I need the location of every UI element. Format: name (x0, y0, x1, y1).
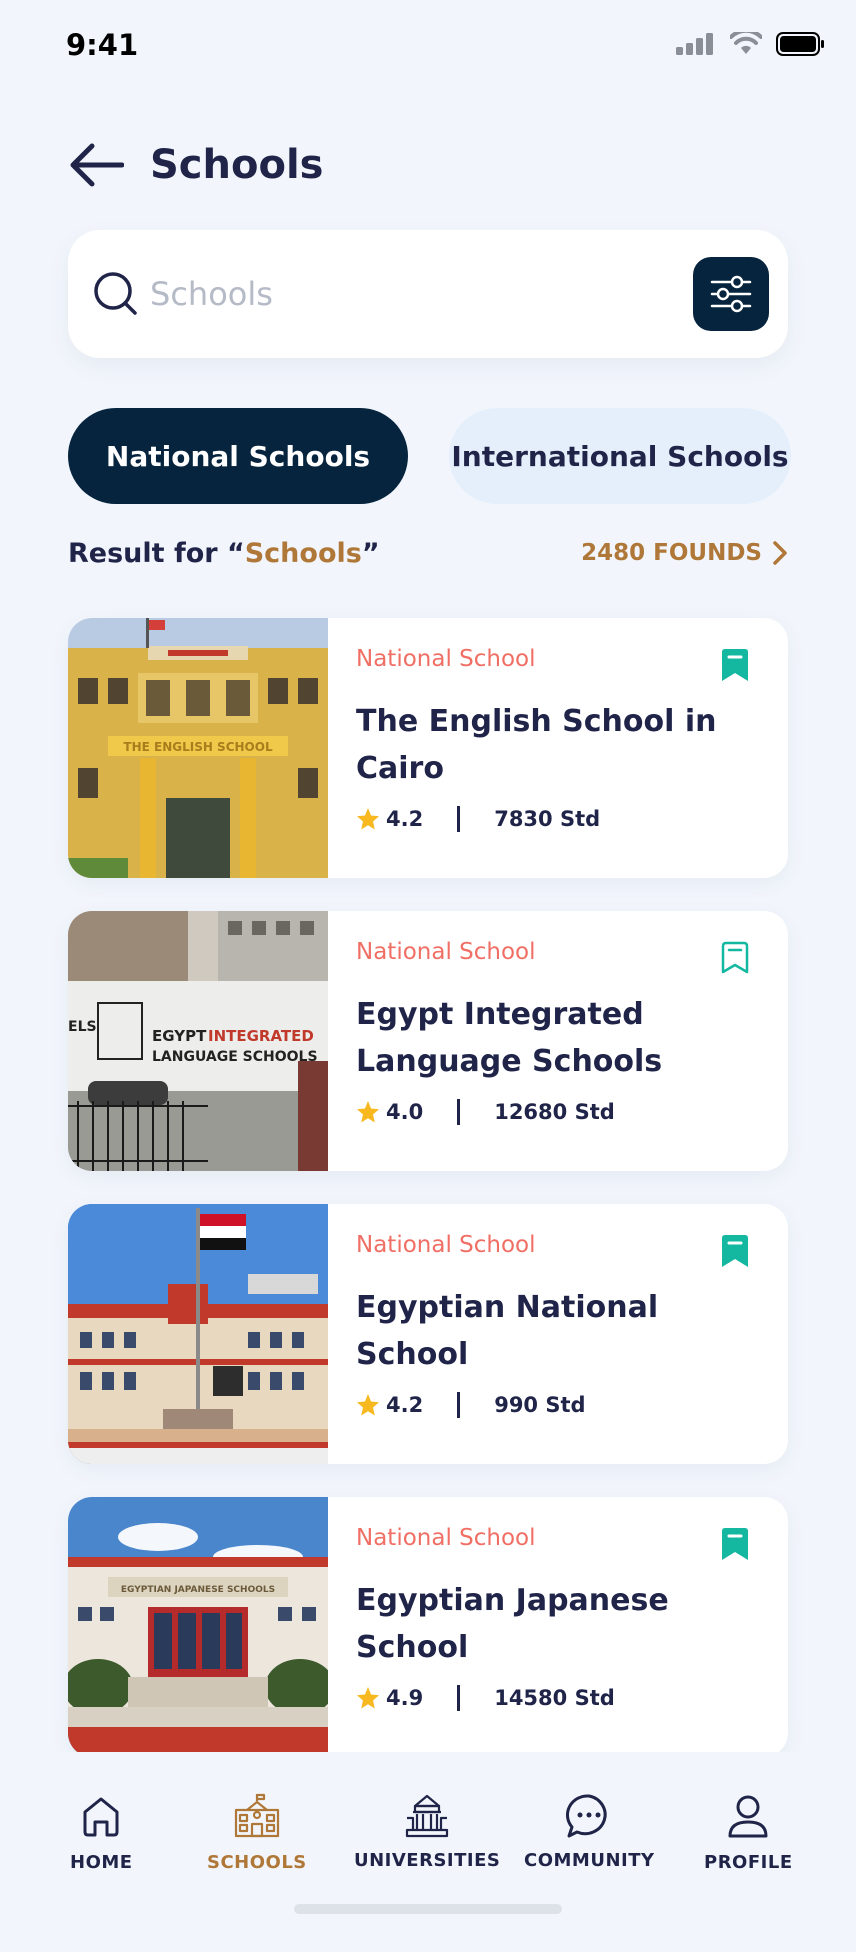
nav-home-label: HOME (70, 1852, 133, 1873)
arrow-left-icon (70, 143, 124, 187)
status-time: 9:41 (66, 28, 139, 62)
school-students: 990 Std (494, 1393, 586, 1417)
filter-button[interactable] (693, 257, 769, 331)
school-photo: EGYPT INTEGRATED LANGUAGE SCHOOLS ELS (68, 911, 328, 1171)
school-rating: 4.2 (386, 1393, 424, 1417)
result-suffix: ” (361, 538, 380, 569)
nav-community-label: COMMUNITY (524, 1850, 655, 1871)
svg-text:INTEGRATED: INTEGRATED (208, 1027, 314, 1045)
university-icon (406, 1794, 449, 1838)
school-card[interactable]: EGYPT INTEGRATED LANGUAGE SCHOOLS ELS Na… (68, 911, 788, 1171)
sliders-icon (710, 275, 752, 313)
profile-icon (728, 1795, 768, 1838)
status-bar: 9:41 (0, 0, 856, 92)
svg-text:EGYPT: EGYPT (152, 1027, 207, 1045)
result-label: Result for “Schools” (68, 538, 380, 569)
nav-universities[interactable]: UNIVERSITIES (354, 1792, 500, 1871)
star-icon (357, 1101, 379, 1123)
bookmark-filled-icon[interactable] (720, 1527, 750, 1561)
school-students: 14580 Std (494, 1686, 615, 1710)
result-prefix: Result for “ (68, 538, 245, 569)
chevron-right-icon (773, 541, 787, 565)
school-category: National School (356, 1232, 536, 1258)
star-icon (357, 808, 379, 830)
back-button[interactable] (68, 140, 126, 190)
school-photo (68, 1204, 328, 1464)
school-card[interactable]: THE ENGLISH SCHOOL National School The E… (68, 618, 788, 878)
star-icon (357, 1687, 379, 1709)
school-name: Egypt Integrated Language Schools (356, 997, 663, 1079)
page-title: Schools (150, 142, 324, 188)
divider (457, 1392, 461, 1418)
results-count: 2480 FOUNDS (581, 540, 762, 566)
search-bar (68, 230, 788, 358)
school-icon (234, 1793, 279, 1838)
svg-text:THE ENGLISH SCHOOL: THE ENGLISH SCHOOL (123, 740, 273, 754)
tab-national-schools[interactable]: National Schools (68, 408, 408, 504)
school-stats: 4.9 14580 Std (356, 1685, 615, 1711)
home-indicator (294, 1904, 562, 1914)
results-count-link[interactable]: 2480 FOUNDS (581, 540, 788, 566)
divider (457, 806, 461, 832)
school-students: 7830 Std (494, 807, 601, 831)
nav-community[interactable]: COMMUNITY (524, 1792, 655, 1871)
school-rating: 4.2 (386, 807, 424, 831)
search-input[interactable] (150, 260, 670, 328)
school-category: National School (356, 646, 536, 672)
nav-profile[interactable]: PROFILE (704, 1792, 793, 1873)
bookmark-filled-icon[interactable] (720, 648, 750, 682)
school-stats: 4.2 990 Std (356, 1392, 586, 1418)
school-name: The English School in Cairo (356, 704, 717, 786)
nav-schools-label: SCHOOLS (207, 1852, 307, 1873)
school-rating: 4.9 (386, 1686, 424, 1710)
star-icon (357, 1394, 379, 1416)
bookmark-outline-icon[interactable] (720, 941, 750, 975)
battery-icon (776, 32, 824, 56)
page-header: Schools (68, 140, 323, 190)
result-query: Schools (244, 538, 362, 569)
school-rating: 4.0 (386, 1100, 424, 1124)
school-category: National School (356, 1525, 536, 1551)
nav-universities-label: UNIVERSITIES (354, 1850, 501, 1871)
tab-international-schools[interactable]: International Schools (449, 408, 791, 504)
nav-home[interactable]: HOME (70, 1792, 133, 1873)
status-icons (676, 32, 826, 56)
chat-icon (566, 1794, 607, 1838)
svg-text:EGYPTIAN JAPANESE SCHOOLS: EGYPTIAN JAPANESE SCHOOLS (121, 1585, 275, 1595)
nav-profile-label: PROFILE (704, 1852, 793, 1873)
school-type-tabs: National Schools International Schools (68, 408, 791, 504)
bottom-navigation: HOME SCHOOLS UNIVERSITIES COMMUNITY PROF… (0, 1752, 856, 1952)
svg-text:LANGUAGE SCHOOLS: LANGUAGE SCHOOLS (152, 1049, 318, 1065)
school-stats: 4.0 12680 Std (356, 1099, 615, 1125)
school-category: National School (356, 939, 536, 965)
home-icon (83, 1797, 119, 1837)
svg-text:ELS: ELS (68, 1019, 97, 1035)
results-summary: Result for “Schools” 2480 FOUNDS (68, 536, 788, 576)
divider (457, 1685, 461, 1711)
school-stats: 4.2 7830 Std (356, 806, 600, 832)
school-students: 12680 Std (494, 1100, 615, 1124)
nav-schools[interactable]: SCHOOLS (207, 1792, 307, 1873)
school-photo: EGYPTIAN JAPANESE SCHOOLS (68, 1497, 328, 1757)
signal-icon (676, 33, 713, 55)
school-card[interactable]: National School Egyptian National School… (68, 1204, 788, 1464)
bookmark-filled-icon[interactable] (720, 1234, 750, 1268)
wifi-icon (730, 32, 762, 54)
divider (457, 1099, 461, 1125)
school-name: Egyptian National School (356, 1290, 659, 1372)
school-card[interactable]: EGYPTIAN JAPANESE SCHOOLS National Schoo… (68, 1497, 788, 1757)
search-icon (94, 272, 137, 315)
school-name: Egyptian Japanese School (356, 1583, 669, 1665)
school-photo: THE ENGLISH SCHOOL (68, 618, 328, 878)
